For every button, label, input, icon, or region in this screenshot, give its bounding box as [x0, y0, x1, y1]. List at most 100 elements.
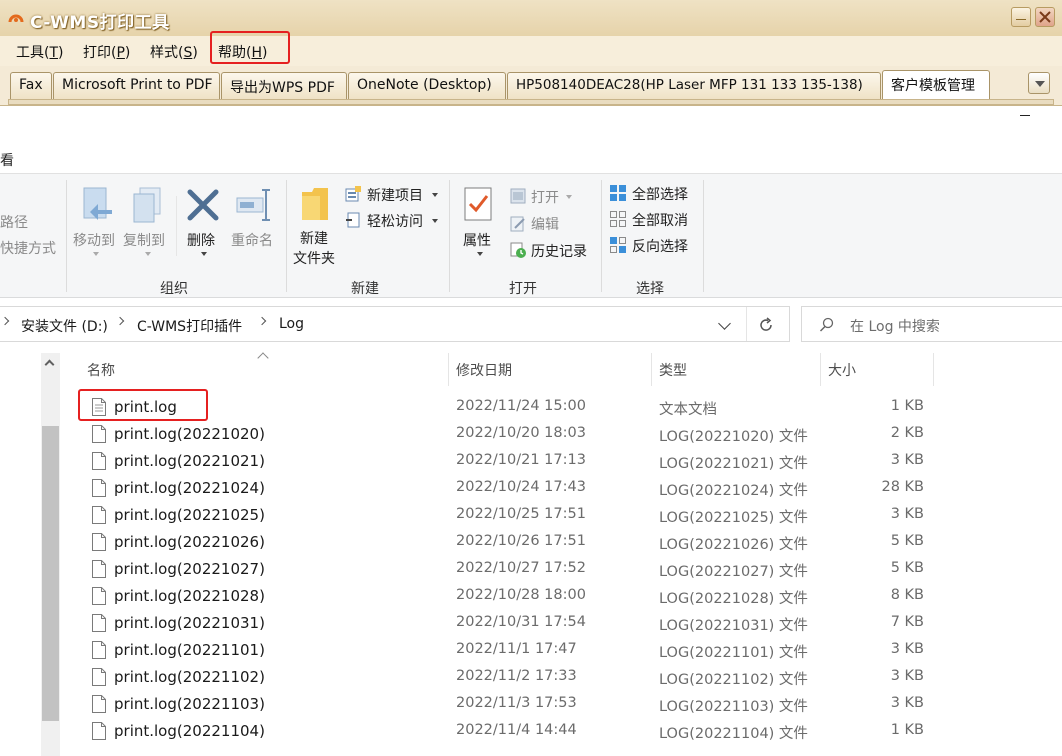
file-size: 1 KB [890, 398, 924, 414]
edit-icon [510, 216, 525, 232]
address-history-dropdown-icon[interactable] [718, 317, 731, 330]
properties-dropdown-icon [477, 252, 483, 256]
column-header-type[interactable]: 类型 [659, 360, 687, 380]
open-icon [510, 188, 526, 204]
cwms-window: C-WMS打印工具 工具(T) 打印(P) 样式(S) 帮助(H) Fax Mi… [0, 0, 1062, 106]
file-row[interactable]: print.log(20221028) 2022/10/28 18:00 LOG(2… [0, 583, 1062, 610]
delete-button[interactable]: 删除 [187, 230, 215, 250]
group-separator [66, 180, 67, 292]
file-size: 28 KB [881, 479, 924, 495]
file-modified-date: 2022/10/31 17:54 [456, 614, 586, 630]
menu-style[interactable]: 样式(S) [150, 42, 198, 62]
group-separator [286, 180, 287, 292]
file-row[interactable]: print.log(20221104) 2022/11/4 14:44 LOG(20… [0, 718, 1062, 745]
file-modified-date: 2022/11/24 15:00 [456, 398, 586, 414]
tab-hp-laser[interactable]: HP508140DEAC28(HP Laser MFP 131 133 135-… [507, 72, 881, 99]
properties-button[interactable]: 属性 [463, 230, 491, 250]
breadcrumb-log[interactable]: Log [279, 316, 304, 332]
file-modified-date: 2022/11/3 17:53 [456, 695, 577, 711]
cwms-title: C-WMS打印工具 [30, 13, 170, 33]
select-all-button[interactable]: 全部选择 [632, 184, 688, 204]
ribbon-tab-view[interactable]: 看 [0, 150, 14, 170]
column-separator[interactable] [448, 353, 449, 386]
menu-tools[interactable]: 工具(T) [16, 42, 64, 62]
file-icon [92, 641, 106, 659]
file-type: LOG(20221031) 文件 [659, 618, 808, 634]
column-separator[interactable] [651, 353, 652, 386]
breadcrumb-cwms-plugin[interactable]: C-WMS打印插件 [137, 316, 242, 336]
column-header-date[interactable]: 修改日期 [456, 360, 512, 380]
address-divider [746, 307, 747, 341]
file-row[interactable]: print.log(20221024) 2022/10/24 17:43 LOG(2… [0, 475, 1062, 502]
file-name: print.log(20221104) [114, 722, 265, 740]
column-separator[interactable] [933, 353, 934, 386]
new-folder-label-1[interactable]: 新建 [300, 228, 328, 248]
file-size: 5 KB [890, 560, 924, 576]
minimize-button[interactable] [1011, 7, 1031, 27]
file-name: print.log(20221025) [114, 506, 265, 524]
tab-list-dropdown[interactable] [1028, 72, 1050, 94]
move-to-icon [83, 187, 112, 220]
tab-onenote[interactable]: OneNote (Desktop) [348, 72, 506, 99]
column-header-name[interactable]: 名称 [87, 360, 115, 380]
column-separator[interactable] [820, 353, 821, 386]
copy-path-label[interactable]: 路径 [0, 212, 28, 232]
address-bar[interactable]: 安装文件 (D:) C-WMS打印插件 Log [0, 306, 790, 342]
breadcrumb-chevron-icon [257, 316, 267, 326]
easy-access-button[interactable]: 轻松访问 [367, 211, 423, 231]
file-type: 文本文档 [659, 402, 717, 418]
file-type: LOG(20221020) 文件 [659, 429, 808, 445]
search-icon [819, 317, 834, 332]
tab-fax[interactable]: Fax [10, 72, 52, 99]
new-item-button[interactable]: 新建项目 [367, 185, 423, 205]
file-modified-date: 2022/11/1 17:47 [456, 641, 577, 657]
group-label-new: 新建 [351, 281, 379, 297]
file-row[interactable]: print.log(20221026) 2022/10/26 17:51 LOG(2… [0, 529, 1062, 556]
column-header-size[interactable]: 大小 [828, 360, 856, 380]
paste-shortcut-label[interactable]: 快捷方式 [0, 238, 56, 258]
open-button[interactable]: 打开 [531, 187, 559, 207]
search-box[interactable]: 在 Log 中搜索 [801, 306, 1062, 342]
file-type: LOG(20221021) 文件 [659, 456, 808, 472]
select-none-button[interactable]: 全部取消 [632, 210, 688, 230]
breadcrumb-drive[interactable]: 安装文件 (D:) [21, 316, 108, 336]
file-row[interactable]: print.log(20221025) 2022/10/25 17:51 LOG(2… [0, 502, 1062, 529]
file-icon [92, 533, 106, 551]
tab-microsoft-print-to-pdf[interactable]: Microsoft Print to PDF [53, 72, 220, 99]
app-logo-icon [8, 14, 24, 23]
new-folder-label-2[interactable]: 文件夹 [293, 248, 335, 268]
refresh-icon[interactable] [758, 317, 774, 333]
file-size: 2 KB [890, 425, 924, 441]
move-to-button[interactable]: 移动到 [73, 230, 115, 250]
explorer-minimize-icon[interactable] [1020, 115, 1030, 116]
menu-print-label: 打印( [83, 45, 117, 61]
file-row[interactable]: print.log(20221103) 2022/11/3 17:53 LOG(20… [0, 691, 1062, 718]
file-row[interactable]: print.log(20221021) 2022/10/21 17:13 LOG(2… [0, 448, 1062, 475]
file-row[interactable]: print.log(20221101) 2022/11/1 17:47 LOG(20… [0, 637, 1062, 664]
menu-style-end: ) [192, 45, 198, 61]
invert-selection-button[interactable]: 反向选择 [632, 236, 688, 256]
history-icon [510, 242, 526, 258]
minimize-icon [1016, 19, 1026, 22]
file-icon [92, 668, 106, 686]
edit-button[interactable]: 编辑 [531, 214, 559, 234]
file-row[interactable]: print.log(20221020) 2022/10/20 18:03 LOG(2… [0, 421, 1062, 448]
group-label-organize: 组织 [160, 281, 188, 297]
file-modified-date: 2022/10/26 17:51 [456, 533, 586, 549]
file-type: LOG(20221026) 文件 [659, 537, 808, 553]
file-modified-date: 2022/11/4 14:44 [456, 722, 577, 738]
group-separator [703, 180, 704, 292]
file-name: print.log(20221021) [114, 452, 265, 470]
tab-wps-pdf[interactable]: 导出为WPS PDF [221, 72, 347, 99]
file-row[interactable]: print.log(20221027) 2022/10/27 17:52 LOG(2… [0, 556, 1062, 583]
copy-to-icon [133, 187, 161, 223]
menu-print[interactable]: 打印(P) [83, 42, 130, 62]
close-button[interactable] [1035, 7, 1055, 27]
history-button[interactable]: 历史记录 [531, 241, 587, 261]
rename-button[interactable]: 重命名 [231, 230, 273, 250]
tab-customer-templates[interactable]: 客户模板管理 [882, 70, 990, 100]
scroll-up-arrow-icon[interactable] [44, 359, 55, 370]
file-row[interactable]: print.log(20221031) 2022/10/31 17:54 LOG(2… [0, 610, 1062, 637]
file-row[interactable]: print.log(20221102) 2022/11/2 17:33 LOG(20… [0, 664, 1062, 691]
copy-to-button[interactable]: 复制到 [123, 230, 165, 250]
